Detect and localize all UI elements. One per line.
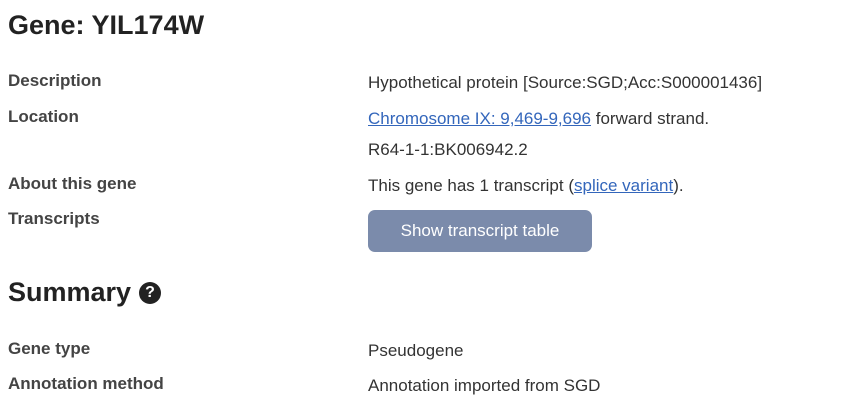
- show-transcript-table-button[interactable]: Show transcript table: [368, 210, 592, 252]
- location-value: Chromosome IX: 9,469-9,696 forward stran…: [368, 109, 709, 129]
- about-gene-label: About this gene: [8, 174, 137, 193]
- chromosome-location-link[interactable]: Chromosome IX: 9,469-9,696: [368, 109, 591, 128]
- about-gene-prefix: This gene has 1 transcript (: [368, 176, 574, 195]
- location-label: Location: [8, 107, 79, 126]
- splice-variant-link[interactable]: splice variant: [574, 176, 673, 195]
- help-icon[interactable]: ?: [139, 281, 162, 304]
- gene-page: Gene: YIL174W Description Hypothetical p…: [0, 0, 847, 415]
- about-gene-value: This gene has 1 transcript (splice varia…: [368, 176, 684, 196]
- location-assembly: R64-1-1:BK006942.2: [368, 140, 528, 159]
- gene-type-value: Pseudogene: [368, 341, 464, 360]
- about-gene-suffix: ).: [673, 176, 684, 195]
- gene-title: Gene: YIL174W: [8, 10, 205, 40]
- summary-title: Summary: [8, 277, 132, 307]
- description-value: Hypothetical protein [Source:SGD;Acc:S00…: [368, 73, 763, 92]
- location-strand-text: forward strand.: [591, 109, 710, 128]
- annotation-method-label: Annotation method: [8, 374, 164, 393]
- annotation-method-value: Annotation imported from SGD: [368, 376, 601, 395]
- gene-type-label: Gene type: [8, 339, 91, 358]
- description-label: Description: [8, 71, 102, 90]
- transcripts-label: Transcripts: [8, 209, 100, 228]
- summary-heading: Summary ?: [8, 277, 162, 308]
